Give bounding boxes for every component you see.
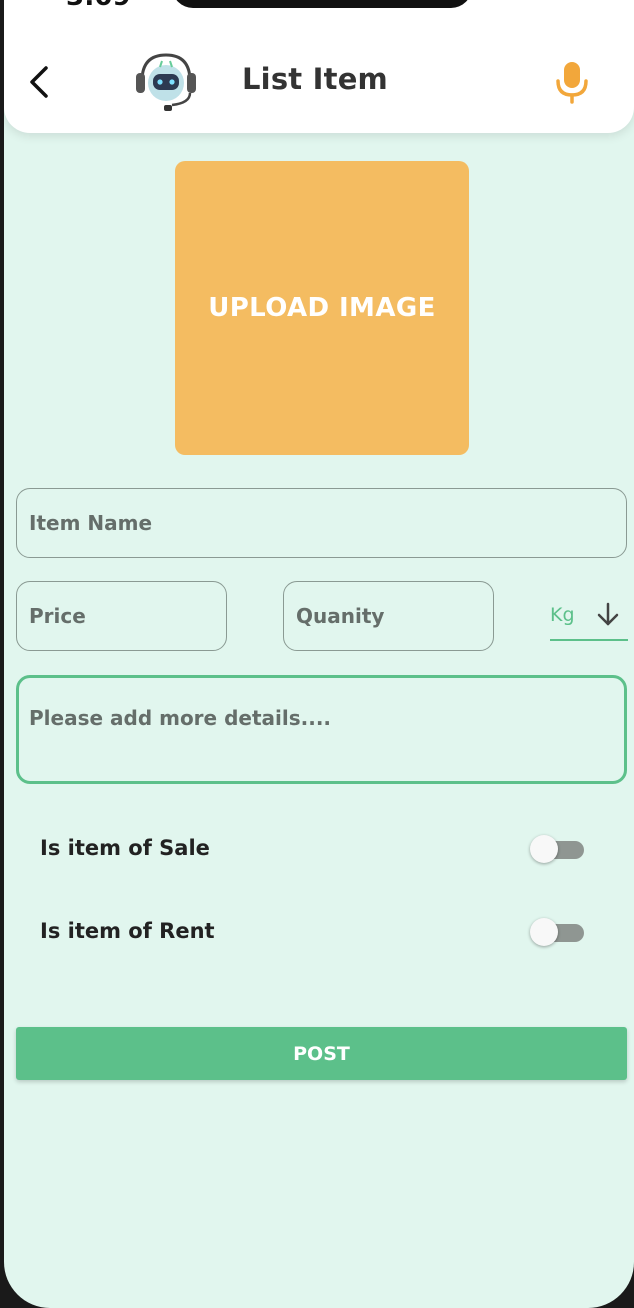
assistant-avatar[interactable]: [132, 49, 200, 115]
arrow-down-icon: [597, 602, 619, 626]
signal-icon: [484, 0, 516, 2]
microphone-icon: [556, 62, 588, 104]
unit-dropdown[interactable]: Kg: [550, 594, 628, 641]
rent-toggle[interactable]: [530, 917, 586, 947]
quantity-input[interactable]: Quanity: [283, 581, 494, 651]
sale-toggle-label: Is item of Sale: [40, 836, 210, 860]
app-header: 3:09 List Ite: [4, 0, 634, 133]
item-name-input[interactable]: Item Name: [16, 488, 627, 558]
details-placeholder: Please add more details....: [29, 706, 332, 730]
sale-toggle-knob: [530, 835, 558, 863]
upload-image-label: UPLOAD IMAGE: [208, 293, 436, 323]
upload-image-button[interactable]: UPLOAD IMAGE: [175, 161, 469, 455]
post-button-label: POST: [293, 1042, 350, 1065]
price-placeholder: Price: [29, 604, 86, 628]
unit-value: Kg: [550, 604, 575, 626]
status-time: 3:09: [66, 0, 131, 12]
page-title: List Item: [242, 62, 388, 96]
price-input[interactable]: Price: [16, 581, 227, 651]
post-button[interactable]: POST: [16, 1027, 627, 1080]
rent-toggle-knob: [530, 918, 558, 946]
sale-toggle[interactable]: [530, 834, 586, 864]
back-arrow-icon: [30, 66, 48, 98]
item-name-placeholder: Item Name: [29, 511, 153, 535]
back-button[interactable]: [22, 60, 62, 104]
status-icons: [484, 0, 604, 6]
robot-headset-icon: [136, 53, 196, 111]
details-textarea[interactable]: Please add more details....: [16, 675, 627, 784]
voice-input-button[interactable]: [552, 60, 592, 104]
screen: 3:09 List Ite: [4, 0, 634, 1308]
device-notch: [172, 0, 472, 8]
quantity-placeholder: Quanity: [296, 604, 385, 628]
rent-toggle-label: Is item of Rent: [40, 919, 215, 943]
